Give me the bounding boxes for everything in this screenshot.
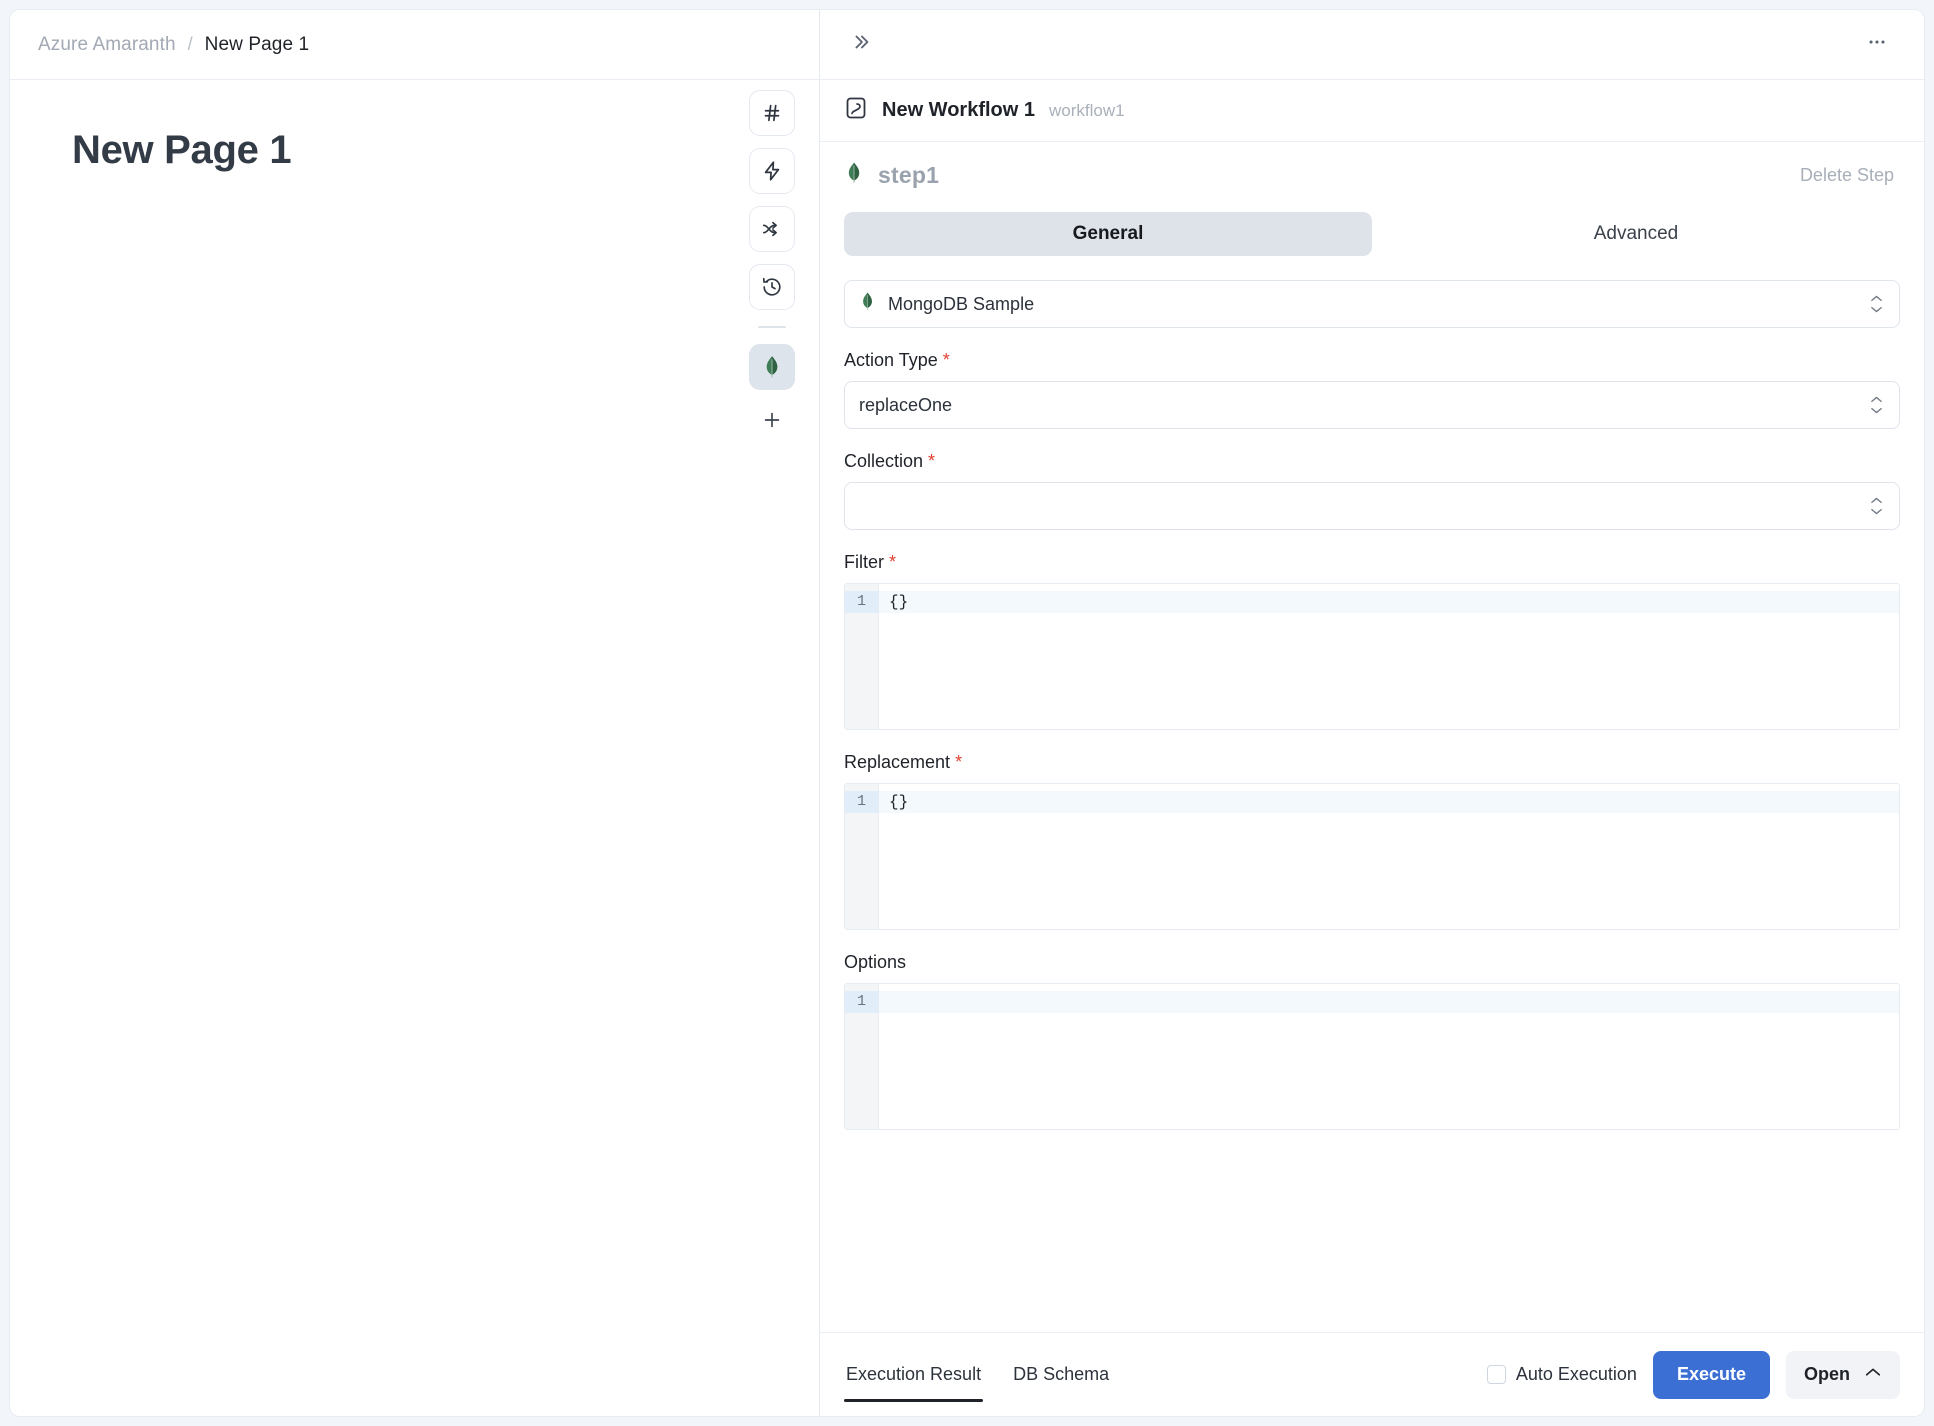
line-number: 1: [845, 791, 878, 813]
field-replacement: Replacement * 1 {}: [844, 752, 1900, 930]
breadcrumb-root[interactable]: Azure Amaranth: [38, 34, 176, 56]
replacement-label: Replacement: [844, 752, 951, 772]
step-header: step1 Delete Step: [820, 142, 1924, 208]
tab-advanced[interactable]: Advanced: [1372, 212, 1900, 256]
history-clock-icon: [761, 276, 783, 298]
required-asterisk: *: [942, 350, 950, 370]
options-gutter: 1: [845, 984, 879, 1129]
collection-label-row: Collection *: [844, 451, 1900, 472]
workflow-name: New Workflow 1: [882, 99, 1035, 121]
filter-label: Filter: [844, 552, 884, 572]
field-action-type: Action Type * replaceOne: [844, 350, 1900, 429]
page-canvas-pane: Azure Amaranth / New Page 1 New Page 1: [10, 10, 820, 1416]
auto-execution-label: Auto Execution: [1515, 1364, 1637, 1384]
breadcrumb: Azure Amaranth / New Page 1: [10, 10, 819, 80]
required-asterisk: *: [889, 552, 897, 572]
workflow-slug: workflow1: [1049, 100, 1125, 120]
canvas-area: New Page 1: [10, 80, 819, 1416]
workflow-icon: [844, 96, 868, 125]
execute-button[interactable]: Execute: [1652, 1350, 1770, 1399]
line-number: 1: [845, 991, 878, 1013]
datasource-select[interactable]: MongoDB Sample: [844, 280, 1900, 328]
workflow-title-row[interactable]: New Workflow 1 workflow1: [820, 80, 1924, 142]
options-label: Options: [844, 952, 907, 972]
code-line: [879, 991, 1899, 1013]
branch-arrows-icon: [761, 218, 783, 240]
required-asterisk: *: [955, 752, 963, 772]
filter-code-editor[interactable]: 1 {}: [844, 583, 1900, 730]
tab-db-schema[interactable]: DB Schema: [1011, 1333, 1111, 1416]
canvas-tool-rail: [745, 90, 799, 438]
page-title: New Page 1: [72, 128, 292, 172]
rail-divider: [758, 326, 786, 328]
tab-general[interactable]: General: [844, 212, 1372, 256]
mongodb-leaf-icon: [761, 355, 783, 379]
auto-execution-checkbox[interactable]: [1486, 1365, 1506, 1384]
open-panel-button[interactable]: Open: [1785, 1350, 1900, 1399]
app-window: Azure Amaranth / New Page 1 New Page 1 N…: [10, 10, 1924, 1416]
panel-collapse-button[interactable]: [844, 28, 878, 62]
open-panel-label: Open: [1803, 1364, 1850, 1384]
replacement-code-area[interactable]: {}: [879, 784, 1899, 929]
action-type-label: Action Type: [844, 350, 938, 370]
collection-select[interactable]: [844, 482, 1900, 530]
delete-step-button[interactable]: Delete Step: [1800, 165, 1894, 186]
rail-item-actions[interactable]: [749, 148, 795, 194]
hash-icon: [761, 102, 783, 124]
stepper-arrows-icon: [1870, 497, 1883, 516]
field-options: Options 1: [844, 952, 1900, 1130]
step-config-tabs: General Advanced: [820, 208, 1924, 260]
mongodb-leaf-icon: [844, 161, 864, 190]
filter-gutter: 1: [845, 584, 879, 729]
stepper-arrows-icon: [1870, 295, 1883, 314]
replacement-code-editor[interactable]: 1 {}: [844, 783, 1900, 930]
action-type-value: replaceOne: [859, 394, 953, 415]
plus-icon: [761, 409, 783, 431]
options-code-editor[interactable]: 1: [844, 983, 1900, 1130]
tab-execution-result[interactable]: Execution Result: [844, 1333, 984, 1416]
code-line: {}: [879, 791, 1899, 813]
rail-item-mongodb-query[interactable]: [749, 344, 795, 390]
replacement-label-row: Replacement *: [844, 752, 1900, 773]
step-form: MongoDB Sample Action Type * replaceOne: [820, 260, 1924, 1332]
required-asterisk: *: [928, 451, 936, 471]
stepper-arrows-icon: [1870, 396, 1883, 415]
options-label-row: Options: [844, 952, 1900, 973]
ellipsis-icon: [1866, 31, 1888, 58]
lightning-icon: [761, 160, 783, 182]
action-type-label-row: Action Type *: [844, 350, 1900, 371]
breadcrumb-current[interactable]: New Page 1: [205, 34, 310, 56]
collection-label: Collection: [844, 451, 924, 471]
result-bottom-bar: Execution Result DB Schema Auto Executio…: [820, 1332, 1924, 1416]
chevron-up-icon: [1864, 1364, 1882, 1385]
rail-item-history[interactable]: [749, 264, 795, 310]
code-line: {}: [879, 591, 1899, 613]
action-type-select[interactable]: replaceOne: [844, 381, 1900, 429]
field-filter: Filter * 1 {}: [844, 552, 1900, 730]
options-code-area[interactable]: [879, 984, 1899, 1129]
rail-item-flows[interactable]: [749, 206, 795, 252]
line-number: 1: [845, 591, 878, 613]
filter-label-row: Filter *: [844, 552, 1900, 573]
workflow-editor-pane: New Workflow 1 workflow1 step1 Delete St…: [820, 10, 1924, 1416]
workflow-topbar: [820, 10, 1924, 80]
rail-add-button[interactable]: [749, 402, 795, 438]
field-collection: Collection *: [844, 451, 1900, 530]
auto-execution-toggle[interactable]: Auto Execution: [1486, 1364, 1637, 1385]
result-tabs: Execution Result DB Schema: [844, 1333, 1111, 1416]
filter-code-area[interactable]: {}: [879, 584, 1899, 729]
double-chevron-right-icon: [850, 31, 872, 58]
breadcrumb-separator: /: [187, 34, 193, 54]
datasource-value: MongoDB Sample: [888, 293, 1035, 314]
workflow-more-menu-button[interactable]: [1860, 28, 1894, 62]
rail-item-components[interactable]: [749, 90, 795, 136]
result-actions: Auto Execution Execute Open: [1486, 1350, 1900, 1399]
step-name[interactable]: step1: [878, 162, 939, 189]
replacement-gutter: 1: [845, 784, 879, 929]
mongodb-leaf-icon: [859, 291, 876, 317]
